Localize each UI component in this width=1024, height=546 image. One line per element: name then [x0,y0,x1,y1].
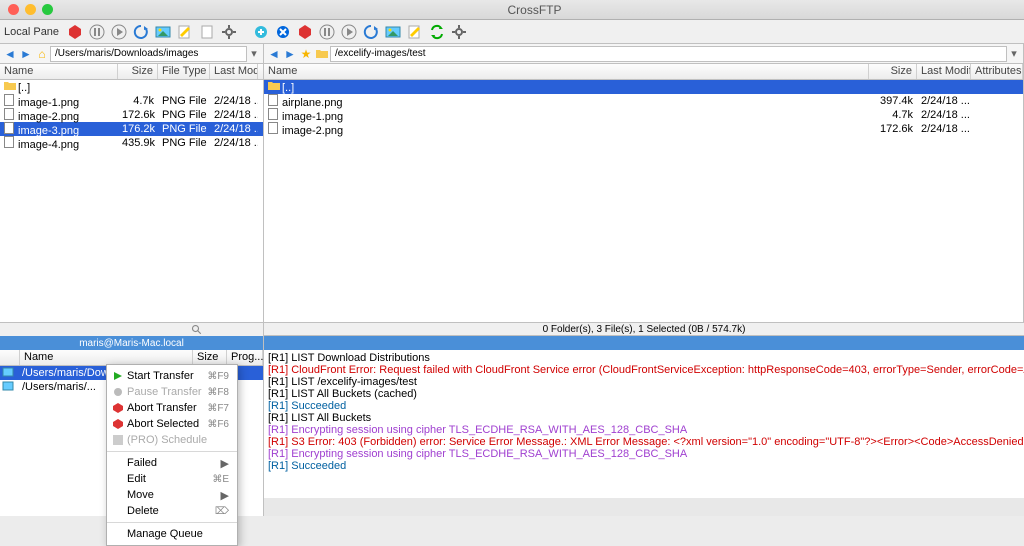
play-icon-2[interactable] [339,22,359,42]
queue-context-menu: Start Transfer⌘F9Pause Transfer⌘F8Abort … [106,364,238,546]
file-row[interactable]: image-2.png172.6kPNG File2/24/18 ... [0,108,263,122]
parent-dir[interactable]: [..] [0,80,263,94]
home-icon[interactable]: ⌂ [34,46,50,62]
col-size[interactable]: Size [118,64,158,79]
minimize-window-button[interactable] [25,4,36,15]
edit-icon[interactable] [175,22,195,42]
window-titlebar: CrossFTP [0,0,1024,20]
file-row[interactable]: image-1.png4.7kPNG File2/24/18 ... [0,94,263,108]
gear-icon[interactable] [219,22,239,42]
log-output[interactable]: [R1] LIST Download Distributions[R1] Clo… [264,350,1024,498]
remote-status: 0 Folder(s), 3 File(s), 1 Selected (0B /… [264,322,1024,336]
pause-icon[interactable] [87,22,107,42]
local-path-input[interactable] [50,46,247,62]
disconnect-icon[interactable] [273,22,293,42]
local-connection-tab[interactable]: maris@Maris-Mac.local [0,336,263,350]
menu-separator [107,451,237,452]
image-icon-2[interactable] [383,22,403,42]
remote-connection-tab[interactable]: AKIAIO63OY2RFWJLZM4Q@S3: Test [1 Idle(s)… [264,336,1024,350]
col-size[interactable]: Size [869,64,917,79]
main-toolbar: Local Pane [0,20,1024,44]
menu-item[interactable]: Start Transfer⌘F9 [107,368,237,384]
file-row[interactable]: image-4.png435.9kPNG File2/24/18 ... [0,136,263,150]
stop-icon-2[interactable] [295,22,315,42]
gear-icon-2[interactable] [449,22,469,42]
back-button[interactable]: ◄ [2,46,18,62]
folder-icon[interactable] [314,46,330,62]
col-name[interactable]: Name [0,64,118,79]
q-col-prog[interactable]: Prog... [227,350,263,365]
file-row[interactable]: image-3.png176.2kPNG File2/24/18 ... [0,122,263,136]
col-mod[interactable]: Last Modifi... [917,64,971,79]
remote-file-list[interactable]: [..]airplane.png397.4k2/24/18 ...image-1… [264,80,1023,322]
col-type[interactable]: File Type [158,64,210,79]
dropdown-icon[interactable]: ▾ [1007,47,1021,60]
menu-item[interactable]: Edit⌘E [107,471,237,487]
q-col-size[interactable]: Size [193,350,227,365]
search-icon[interactable] [191,324,203,336]
play-icon[interactable] [109,22,129,42]
local-file-list[interactable]: [..]image-1.png4.7kPNG File2/24/18 ...im… [0,80,263,322]
doc-icon[interactable] [197,22,217,42]
menu-item[interactable]: Failed▶ [107,455,237,471]
menu-item[interactable]: Abort Selected⌘F6 [107,416,237,432]
close-window-button[interactable] [8,4,19,15]
stop-icon[interactable] [65,22,85,42]
remote-path-input[interactable] [330,46,1007,62]
remote-pane: ◄ ► ★ ▾ Name Size Last Modifi... Attribu… [264,44,1024,322]
menu-separator [107,522,237,523]
refresh-icon-2[interactable] [361,22,381,42]
menu-item[interactable]: Delete⌦ [107,503,237,519]
connect-icon[interactable] [251,22,271,42]
zoom-window-button[interactable] [42,4,53,15]
q-col-name[interactable]: Name [20,350,193,365]
col-mod[interactable]: Last Modifi... [210,64,258,79]
col-attr[interactable]: Attributes [971,64,1023,79]
col-name[interactable]: Name [264,64,869,79]
dropdown-icon[interactable]: ▾ [247,47,261,60]
star-icon[interactable]: ★ [298,46,314,62]
menu-item: (PRO) Schedule [107,432,237,448]
sync-icon[interactable] [427,22,447,42]
back-button[interactable]: ◄ [266,46,282,62]
pane-label: Local Pane [4,26,63,38]
window-title: CrossFTP [53,3,1016,17]
fwd-button[interactable]: ► [18,46,34,62]
menu-item[interactable]: Abort Transfer⌘F7 [107,400,237,416]
file-row[interactable]: image-1.png4.7k2/24/18 ... [264,108,1023,122]
refresh-icon[interactable] [131,22,151,42]
fwd-button[interactable]: ► [282,46,298,62]
file-row[interactable]: image-2.png172.6k2/24/18 ... [264,122,1023,136]
edit-icon-2[interactable] [405,22,425,42]
pause-icon-2[interactable] [317,22,337,42]
image-icon[interactable] [153,22,173,42]
log-panel: AKIAIO63OY2RFWJLZM4Q@S3: Test [1 Idle(s)… [264,336,1024,516]
menu-item[interactable]: Manage Queue [107,526,237,542]
local-pane: ◄ ► ⌂ ▾ Name Size File Type Last Modifi.… [0,44,264,322]
file-row[interactable]: airplane.png397.4k2/24/18 ... [264,94,1023,108]
menu-item: Pause Transfer⌘F8 [107,384,237,400]
parent-dir[interactable]: [..] [264,80,1023,94]
menu-item[interactable]: Move▶ [107,487,237,503]
